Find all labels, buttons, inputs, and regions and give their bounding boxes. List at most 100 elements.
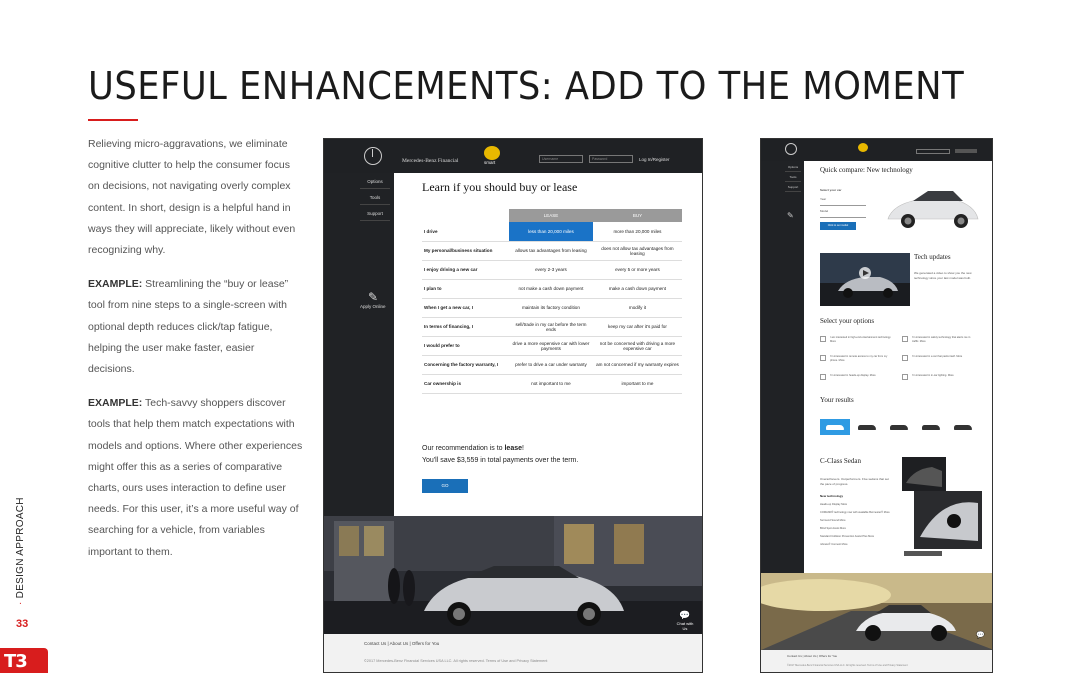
buy-cell[interactable]: make a cash down payment: [592, 279, 682, 299]
sidebar-item-options[interactable]: Options: [785, 165, 801, 172]
login-link[interactable]: [955, 149, 977, 153]
row-label: My personal/business situation: [422, 241, 509, 261]
example-label: EXAMPLE:: [88, 397, 143, 410]
car-thumbnail-icon: [858, 425, 876, 430]
result-car-card[interactable]: [916, 419, 946, 435]
buy-cell[interactable]: important to me: [592, 374, 682, 394]
mock-header: [761, 139, 992, 161]
buy-cell[interactable]: more than 20,000 miles: [592, 222, 682, 242]
username-input[interactable]: Username: [539, 155, 583, 163]
buy-cell[interactable]: modify it: [592, 298, 682, 318]
model-select[interactable]: [820, 215, 866, 218]
option-checkbox[interactable]: [902, 374, 908, 380]
savings-text: You'll save $3,559 in total payments ove…: [422, 457, 579, 464]
car-thumbnail-icon: [826, 425, 844, 430]
title-underline: [88, 119, 138, 121]
tech-list-item: Surround Sound More: [820, 519, 846, 522]
select-car-label: Select your car: [820, 188, 842, 192]
result-car-card[interactable]: [948, 419, 978, 435]
password-input[interactable]: Password: [589, 155, 633, 163]
tech-video-thumbnail[interactable]: [820, 253, 910, 306]
pencil-icon: ✎: [368, 290, 379, 304]
street-car-photo: 💬 Chat with Us: [324, 516, 702, 634]
sidebar-item-support[interactable]: Support: [360, 211, 390, 221]
recommendation-end: !: [522, 445, 524, 452]
year-select[interactable]: [820, 203, 866, 206]
slide-title: USEFUL ENHANCEMENTS: ADD TO THE MOMENT: [88, 64, 965, 108]
lease-cell[interactable]: drive a more expensive car with lower pa…: [509, 336, 593, 356]
mercedes-star-icon: [364, 147, 382, 165]
model-detail-images: [902, 457, 982, 549]
chat-button[interactable]: 💬 Chat with Us: [674, 610, 696, 631]
option-label: I'm interested in remote access to my ca…: [830, 355, 888, 362]
lease-cell[interactable]: prefer to drive a car under warranty: [509, 355, 593, 375]
lease-cell[interactable]: less than 20,000 miles: [509, 222, 593, 242]
app-store-badges[interactable]: [904, 551, 942, 556]
buy-lease-table: LEASE BUY I drive less than 20,000 miles m…: [422, 209, 682, 394]
example-paragraph-1: EXAMPLE: Streamlining the “buy or lease”…: [88, 274, 303, 380]
year-label: Year: [820, 197, 827, 201]
option-checkbox[interactable]: [820, 355, 826, 361]
chat-button[interactable]: 💬: [976, 631, 985, 639]
option-checkbox[interactable]: [902, 355, 908, 361]
car-thumbnail-icon: [954, 425, 972, 430]
option-checkbox[interactable]: [820, 336, 826, 342]
option-checkbox[interactable]: [820, 374, 826, 380]
table-row: My personal/business situation allows tax…: [422, 241, 682, 261]
option-label: I'm interested in in-car lighting. More: [912, 374, 954, 377]
buy-cell[interactable]: not be concerned with driving a more exp…: [592, 336, 682, 356]
sidebar-item-tools[interactable]: Tools: [360, 195, 390, 205]
lease-cell[interactable]: every 2-3 years: [509, 260, 593, 280]
go-button[interactable]: GO: [422, 479, 468, 493]
model-text: Overachievers. Outperformers. Five sedan…: [820, 477, 889, 486]
password-placeholder: Password: [592, 157, 608, 161]
page-number: 33: [16, 618, 29, 630]
mock-heading: Learn if you should buy or lease: [422, 180, 578, 194]
mercedes-star-icon: [785, 143, 797, 155]
compare-heading: Quick compare: New technology: [820, 166, 913, 174]
result-car-card[interactable]: [884, 419, 914, 435]
chat-icon: 💬: [679, 610, 691, 620]
buy-cell[interactable]: keep my car after it's paid for: [592, 317, 682, 337]
lease-cell[interactable]: sell/trade in my car before the term end…: [509, 317, 593, 337]
footer-links[interactable]: Contact Us | About Us | Offers for You: [364, 641, 439, 646]
option-checkbox[interactable]: [902, 336, 908, 342]
row-label: I enjoy driving a new car: [422, 260, 509, 280]
row-label: In terms of financing, I: [422, 317, 509, 337]
lease-cell[interactable]: maintain its factory condition: [509, 298, 593, 318]
lease-cell[interactable]: allows tax advantages from leasing: [509, 241, 593, 261]
sidebar-item-tools[interactable]: Tools: [785, 175, 801, 182]
username-placeholder: Username: [542, 157, 559, 161]
set-model-button[interactable]: Click to set model: [820, 222, 856, 230]
example-paragraph-2: EXAMPLE: Tech-savvy shoppers discover to…: [88, 393, 303, 563]
tech-list-item: Heads-up Display More: [820, 503, 848, 506]
row-label: I drive: [422, 222, 509, 242]
table-row: Car ownership is not important to me impor…: [422, 374, 682, 394]
footer-links[interactable]: Contact Us | About Us | Offers for You: [787, 654, 837, 658]
buy-cell[interactable]: every 5 or more years: [592, 260, 682, 280]
sidebar-item-support[interactable]: Support: [785, 185, 801, 192]
sidebar-item-options[interactable]: Options: [360, 179, 390, 189]
smart-label: smart: [484, 160, 496, 165]
table-row: I plan to not make a cash down payment mak…: [422, 279, 682, 299]
row-label: When I get a new car, I: [422, 298, 509, 318]
table-row: In terms of financing, Isell/trade in my…: [422, 317, 682, 337]
login-link[interactable]: Log In/Register: [639, 157, 670, 162]
apply-online-link[interactable]: Apply Online: [360, 304, 386, 309]
model-heading: C-Class Sedan: [820, 457, 862, 465]
footer-copyright: ©2017 Mercedes-Benz Financial Services U…: [364, 659, 548, 663]
mock-content: Quick compare: New technology Select you…: [817, 161, 992, 573]
table-row: I would prefer to drive a more expensive …: [422, 336, 682, 356]
result-car-card[interactable]: [852, 419, 882, 435]
username-input[interactable]: [916, 149, 950, 154]
pencil-icon: ✎: [787, 211, 794, 220]
mock-sidebar: Options Tools Support ✎ Apply Online: [324, 173, 394, 518]
result-car-card[interactable]: [820, 419, 850, 435]
buy-cell[interactable]: does not allow tax advantages from leasi…: [592, 241, 682, 261]
lease-cell[interactable]: not important to me: [509, 374, 593, 394]
lease-cell[interactable]: not make a cash down payment: [509, 279, 593, 299]
buy-cell[interactable]: am not concerned if my warranty expires: [592, 355, 682, 375]
quick-compare-mockup: Options Tools Support ✎ Quick compare: N…: [760, 138, 993, 673]
results-heading: Your results: [820, 396, 854, 404]
option-label: I'm interested in safety technology that…: [912, 336, 971, 343]
